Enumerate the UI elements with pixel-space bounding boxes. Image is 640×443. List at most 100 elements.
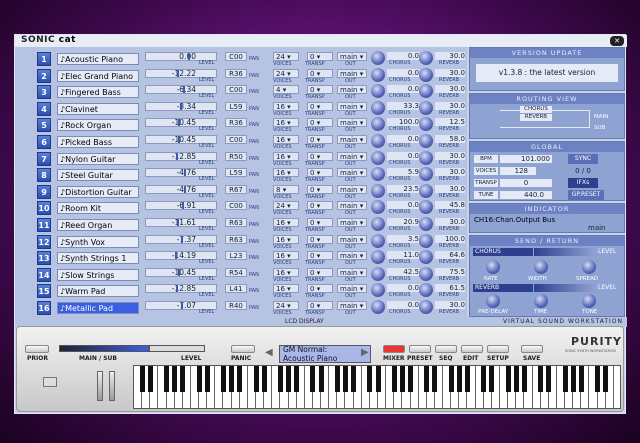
channel-number[interactable]: 9	[37, 184, 51, 199]
black-key[interactable]	[375, 366, 381, 392]
voices-select[interactable]: 8 ▾	[273, 184, 299, 194]
chorus-knob[interactable]	[371, 233, 385, 248]
channel-number[interactable]: 12	[37, 234, 51, 249]
black-key[interactable]	[464, 366, 470, 392]
black-key[interactable]	[139, 366, 145, 392]
reverb-knob[interactable]	[419, 84, 433, 99]
next-arrow-icon[interactable]: ▶	[361, 347, 369, 358]
voices-select[interactable]: 16 ▾	[273, 168, 299, 178]
transp-select[interactable]: 0 ▾	[307, 301, 333, 310]
out-select[interactable]: main ▾	[337, 52, 367, 61]
voices-select[interactable]: 16 ▾	[273, 267, 299, 277]
mixer-button[interactable]	[383, 345, 405, 353]
black-key[interactable]	[334, 366, 340, 392]
transp-select[interactable]: 0 ▾	[307, 118, 333, 128]
black-key[interactable]	[562, 366, 568, 392]
reverb-knob[interactable]	[419, 200, 433, 215]
voices-select[interactable]: 16 ▾	[273, 135, 299, 144]
voices-select[interactable]: 24 ▾	[273, 201, 299, 211]
edit-button[interactable]	[461, 345, 483, 353]
out-select[interactable]: main ▾	[337, 267, 367, 277]
instrument-select[interactable]: ♪Rock Organ	[57, 119, 139, 132]
channel-number[interactable]: 8	[37, 168, 51, 183]
black-key[interactable]	[237, 366, 243, 392]
channel-number[interactable]: 10	[37, 201, 51, 216]
black-key[interactable]	[196, 366, 202, 392]
spread-knob[interactable]	[582, 260, 596, 274]
transp-select[interactable]: 0 ▾	[307, 234, 333, 244]
black-key[interactable]	[342, 366, 348, 392]
out-select[interactable]: main ▾	[337, 151, 367, 161]
chorus-level-slider[interactable]	[534, 248, 596, 256]
transp-select[interactable]: 0 ▾	[307, 101, 333, 111]
chorus-knob[interactable]	[371, 117, 385, 132]
black-key[interactable]	[277, 366, 283, 392]
out-select[interactable]: main ▾	[337, 85, 367, 95]
instrument-select[interactable]: ♪Clavinet	[57, 102, 139, 115]
instrument-select[interactable]: ♪Steel Guitar	[57, 169, 139, 182]
black-key[interactable]	[595, 366, 601, 392]
reverb-knob[interactable]	[419, 233, 433, 248]
transp-select[interactable]: 0 ▾	[307, 168, 333, 178]
instrument-select[interactable]: ♪Metallic Pad	[57, 302, 139, 314]
chorus-knob[interactable]	[371, 67, 385, 82]
voices-field[interactable]: 128	[500, 167, 536, 175]
width-knob[interactable]	[534, 260, 548, 274]
voices-select[interactable]: 24 ▾	[273, 301, 299, 310]
black-key[interactable]	[505, 366, 511, 392]
black-key[interactable]	[164, 366, 170, 392]
black-key[interactable]	[448, 366, 454, 392]
black-key[interactable]	[310, 366, 316, 392]
out-select[interactable]: main ▾	[337, 234, 367, 244]
pan-field[interactable]: R63	[225, 234, 247, 244]
voices-select[interactable]: 16 ▾	[273, 101, 299, 111]
channel-number[interactable]: 15	[37, 284, 51, 299]
reverb-knob[interactable]	[419, 100, 433, 115]
predelay-knob[interactable]	[486, 294, 500, 308]
chorus-knob[interactable]	[371, 167, 385, 182]
black-key[interactable]	[147, 366, 153, 392]
pan-field[interactable]: L59	[225, 168, 247, 178]
black-key[interactable]	[286, 366, 292, 392]
black-key[interactable]	[424, 366, 430, 392]
out-select[interactable]: main ▾	[337, 201, 367, 211]
transp-select[interactable]: 0 ▾	[307, 135, 333, 144]
reverb-knob[interactable]	[419, 300, 433, 314]
black-key[interactable]	[318, 366, 324, 392]
out-select[interactable]: main ▾	[337, 301, 367, 310]
pan-field[interactable]: L59	[225, 101, 247, 111]
reverb-knob[interactable]	[419, 67, 433, 82]
close-button[interactable]: ✕	[610, 36, 624, 46]
setup-button[interactable]	[487, 345, 509, 353]
time-knob[interactable]	[534, 294, 548, 308]
instrument-select[interactable]: ♪Distortion Guitar	[57, 185, 139, 198]
black-key[interactable]	[489, 366, 495, 392]
black-key[interactable]	[220, 366, 226, 392]
black-key[interactable]	[456, 366, 462, 392]
transp-select[interactable]: 0 ▾	[307, 52, 333, 61]
out-select[interactable]: main ▾	[337, 284, 367, 294]
chorus-knob[interactable]	[371, 183, 385, 198]
black-key[interactable]	[172, 366, 178, 392]
chorus-knob[interactable]	[371, 51, 385, 65]
transp-select[interactable]: 0 ▾	[307, 68, 333, 78]
transp-select[interactable]: 0 ▾	[307, 218, 333, 227]
out-select[interactable]: main ▾	[337, 184, 367, 194]
black-key[interactable]	[261, 366, 267, 392]
panic-button[interactable]	[231, 345, 255, 353]
chorus-knob[interactable]	[371, 283, 385, 298]
transp-select[interactable]: 0 ▾	[307, 184, 333, 194]
black-key[interactable]	[481, 366, 487, 392]
pan-field[interactable]: R36	[225, 68, 247, 78]
reverb-knob[interactable]	[419, 250, 433, 265]
transp-field[interactable]: 0	[500, 179, 552, 187]
chorus-knob[interactable]	[371, 134, 385, 148]
reverb-knob[interactable]	[419, 266, 433, 281]
black-key[interactable]	[351, 366, 357, 392]
prev-arrow-icon[interactable]: ◀	[265, 347, 273, 358]
out-select[interactable]: main ▾	[337, 118, 367, 128]
reverb-knob[interactable]	[419, 167, 433, 182]
reverb-level-slider[interactable]	[534, 284, 596, 292]
black-key[interactable]	[603, 366, 609, 392]
pan-field[interactable]: C00	[225, 52, 247, 61]
